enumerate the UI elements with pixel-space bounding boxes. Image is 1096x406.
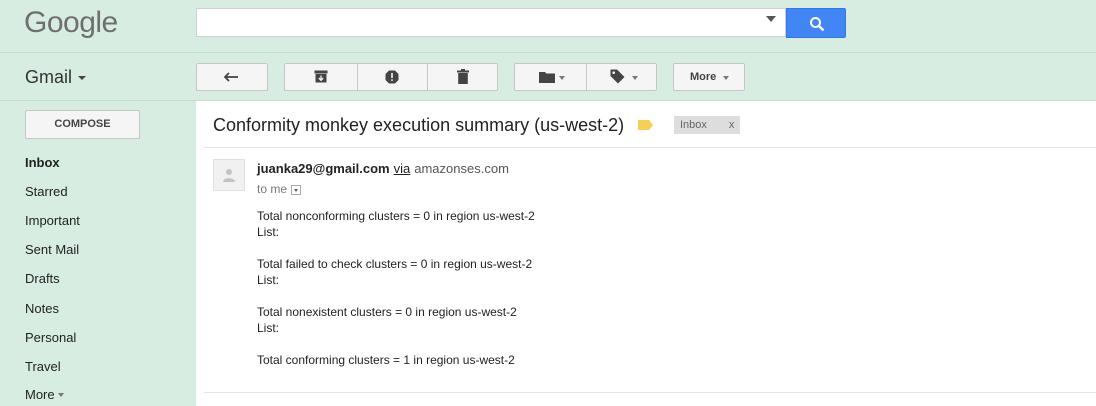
sidebar-item-more[interactable]: More [25,387,64,402]
avatar[interactable] [213,159,245,191]
chevron-down-icon [559,76,565,80]
body-line: Total nonexistent clusters = 0 in region… [257,305,517,319]
move-to-button[interactable] [515,64,586,90]
body-line: List: [257,321,280,335]
sender-email[interactable]: juanka29@gmail.com [257,161,390,176]
divider [204,147,1096,148]
back-arrow-icon [224,72,238,82]
search-button[interactable] [786,8,846,38]
chevron-down-icon [57,393,64,397]
sidebar-item-drafts[interactable]: Drafts [25,271,60,286]
move-label-button-group [514,63,657,91]
body-line: Total failed to check clusters = 0 in re… [257,257,533,271]
sidebar-item-starred[interactable]: Starred [25,184,68,199]
report-spam-button[interactable] [357,64,427,90]
toolbar-bar: Gmail More [0,53,1096,101]
divider [204,392,1096,393]
message-subject: Conformity monkey execution summary (us-… [213,115,625,135]
search-icon [810,17,825,32]
sidebar: COMPOSE Inbox Starred Important Sent Mai… [0,101,196,406]
spam-icon [385,70,399,84]
labels-button[interactable] [586,64,656,90]
body-line: List: [257,225,280,239]
sidebar-item-personal[interactable]: Personal [25,330,76,345]
importance-marker-icon[interactable] [638,120,653,130]
app-switcher[interactable]: Gmail [25,67,87,88]
chevron-down-icon [632,76,638,80]
inbox-label-chip: Inbox x [674,116,741,134]
archive-icon [314,70,328,83]
body-line: List: [257,273,280,287]
via-link[interactable]: via [394,161,411,176]
label-icon [610,69,625,84]
compose-button[interactable]: COMPOSE [25,110,140,139]
delete-button[interactable] [427,64,497,90]
sidebar-item-travel[interactable]: Travel [25,359,61,374]
more-actions-label: More [690,71,717,83]
folder-icon [539,72,555,83]
body-line: Total conforming clusters = 1 in region … [257,353,515,367]
trash-icon [457,69,469,84]
body-line: Total nonconforming clusters = 0 in regi… [257,209,535,223]
sidebar-item-label: More [25,387,55,402]
archive-button[interactable] [285,64,357,90]
back-button[interactable] [196,63,268,91]
show-details-chevron-icon[interactable] [291,184,302,195]
remove-label-button[interactable]: x [729,119,735,131]
sidebar-item-inbox[interactable]: Inbox [25,155,60,170]
recipient-text: to me [257,182,288,196]
action-button-group [284,63,498,91]
via-domain: amazonses.com [414,161,509,176]
person-icon [223,169,235,182]
search-options-chevron-icon[interactable] [766,16,776,22]
chevron-down-icon [78,76,87,81]
more-actions-button[interactable]: More [673,63,745,91]
sender-line: juanka29@gmail.com via amazonses.com [257,161,509,176]
search-input[interactable] [196,8,786,37]
google-logo[interactable]: Google [24,6,118,40]
app-label: Gmail [25,67,73,87]
chevron-down-icon [723,76,729,80]
message-view: Conformity monkey execution summary (us-… [196,101,1096,406]
sidebar-item-important[interactable]: Important [25,213,80,228]
label-chip-text: Inbox [680,119,707,131]
sidebar-item-sent-mail[interactable]: Sent Mail [25,242,79,257]
top-bar: Google [0,0,1096,53]
sidebar-item-notes[interactable]: Notes [25,301,59,316]
recipient-line: to me [257,182,302,196]
